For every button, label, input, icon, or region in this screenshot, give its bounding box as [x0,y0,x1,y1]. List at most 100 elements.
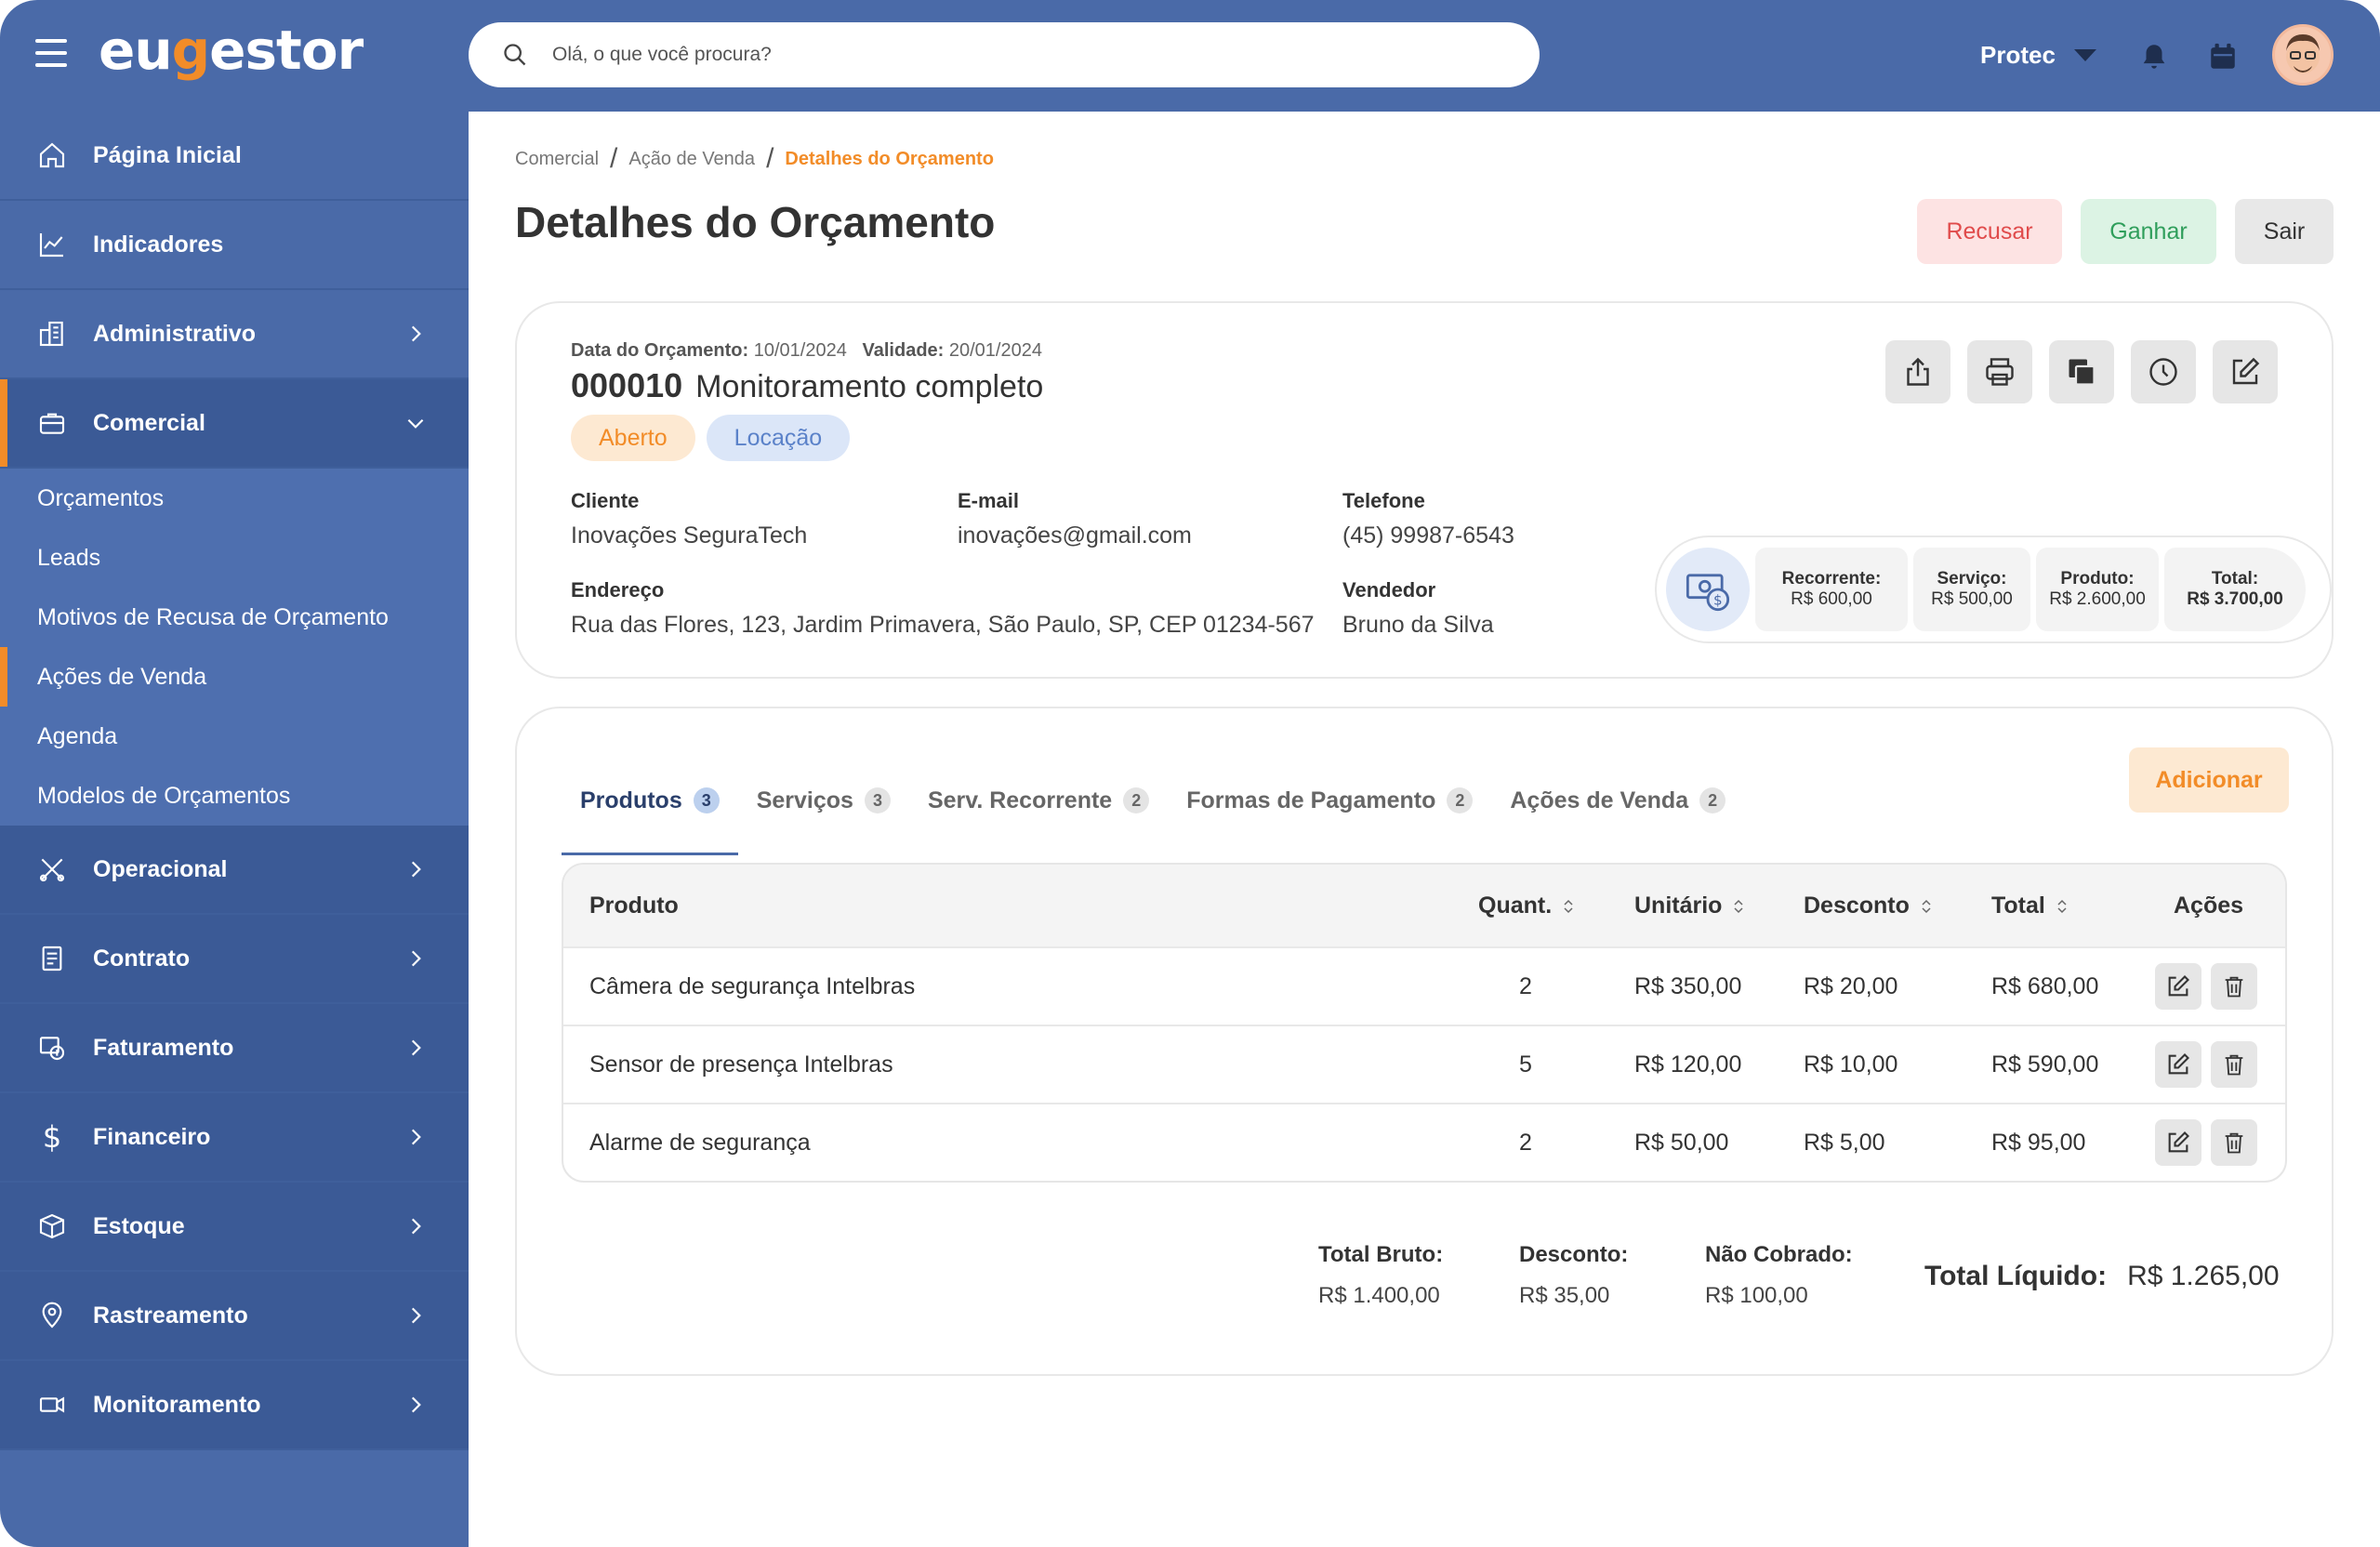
header-desconto[interactable]: Desconto [1804,892,1932,919]
total-value: R$ 1.265,00 [2127,1261,2280,1291]
breadcrumb-separator: / [610,143,618,174]
tab-label: Serv. Recorrente [927,787,1113,813]
bell-icon[interactable] [2138,41,2170,73]
sidebar-item-comercial[interactable]: Comercial [0,379,469,469]
sidebar-item-operacional[interactable]: Operacional [0,826,469,915]
menu-icon[interactable] [35,39,67,71]
chevron-right-icon [411,861,421,878]
edit-button[interactable] [2213,340,2278,403]
company-name: Protec [1980,41,2056,69]
document-icon [33,940,71,977]
total-label: Total Bruto: [1318,1242,1444,1267]
tab-servicos[interactable]: Serviços 3 [738,746,909,855]
sidebar-item-financeiro[interactable]: $ Financeiro [0,1093,469,1183]
share-button[interactable] [1885,340,1950,403]
search-input[interactable] [552,44,1389,66]
ganhar-button[interactable]: Ganhar [2081,199,2216,264]
adicionar-button[interactable]: Adicionar [2129,747,2289,813]
sidebar-item-label: Operacional [93,855,228,882]
breadcrumb-acao-de-venda[interactable]: Ação de Venda [628,149,755,170]
sidebar-item-contrato[interactable]: Contrato [0,915,469,1004]
sidebar-item-indicadores[interactable]: Indicadores [0,201,469,290]
sidebar-item-rastreamento[interactable]: Rastreamento [0,1272,469,1361]
tab-bar: Produtos 3 Serviços 3 Serv. Recorrente 2 Fo… [562,746,1744,855]
sidebar-item-faturamento[interactable]: Faturamento [0,1004,469,1093]
print-button[interactable] [1967,340,2032,403]
calendar-icon[interactable] [2207,41,2239,73]
total-desconto: Desconto: R$ 35,00 [1519,1242,1628,1309]
breadcrumb-comercial[interactable]: Comercial [515,149,599,170]
sidebar-item-monitoramento[interactable]: Monitoramento [0,1361,469,1450]
cell-unitario: R$ 50,00 [1634,1129,1729,1156]
submenu-item-orcamentos[interactable]: Orçamentos [0,469,469,528]
upload-icon [1907,357,1929,386]
edit-icon [2168,1131,2189,1153]
row-edit-button[interactable] [2155,1119,2202,1166]
row-edit-button[interactable] [2155,1041,2202,1088]
chevron-right-icon [411,1039,421,1056]
history-button[interactable] [2131,340,2196,403]
sidebar-item-pagina-inicial[interactable]: Página Inicial [0,112,469,201]
field-cliente: Cliente Inovações SeguraTech [571,489,807,549]
submenu-item-acoes-de-venda[interactable]: Ações de Venda [0,647,469,707]
main-content: Comercial / Ação de Venda / Detalhes do … [469,112,2380,1547]
trash-icon [2225,976,2243,998]
products-table: Produto Quant. Unitário Desconto Total A… [562,863,2287,1183]
edit-icon [2168,975,2189,997]
breadcrumb-current: Detalhes do Orçamento [785,148,994,169]
submenu-item-agenda[interactable]: Agenda [0,707,469,766]
tab-serv-recorrente[interactable]: Serv. Recorrente 2 [909,746,1168,855]
tab-produtos[interactable]: Produtos 3 [562,746,738,855]
total-value: R$ 35,00 [1519,1283,1610,1308]
chevron-down-icon [407,418,424,429]
tab-label: Formas de Pagamento [1186,787,1436,813]
tab-formas-de-pagamento[interactable]: Formas de Pagamento 2 [1168,746,1491,855]
submenu-item-motivos-recusa[interactable]: Motivos de Recusa de Orçamento [0,588,469,647]
total-liquido: Total Líquido: R$ 1.265,00 [1924,1261,2280,1292]
header-unitario[interactable]: Unitário [1634,892,1744,919]
sair-button[interactable]: Sair [2235,199,2334,264]
submenu-item-leads[interactable]: Leads [0,528,469,588]
total-label: Total Líquido: [1924,1261,2108,1291]
money-icon: $ [1666,548,1750,631]
field-label: E-mail [958,489,1020,512]
submenu-item-modelos-orcamentos[interactable]: Modelos de Orçamentos [0,766,469,826]
header-total[interactable]: Total [1991,892,2068,919]
field-value: (45) 99987-6543 [1342,522,1514,549]
row-delete-button[interactable] [2211,1041,2257,1088]
edit-icon [2168,1053,2189,1075]
sidebar-item-label: Comercial [93,409,205,436]
row-edit-button[interactable] [2155,963,2202,1010]
duplicate-button[interactable] [2049,340,2114,403]
dollar-icon: $ [42,1119,62,1155]
row-delete-button[interactable] [2211,963,2257,1010]
chevron-down-icon [2073,49,2096,61]
sidebar-item-label: Página Inicial [93,141,242,168]
company-selector[interactable]: Protec [1980,41,2096,70]
sidebar-item-estoque[interactable]: Estoque [0,1183,469,1272]
tab-acoes-de-venda[interactable]: Ações de Venda 2 [1491,746,1744,855]
cell-total: R$ 680,00 [1991,972,2099,999]
summary-total: Total: R$ 3.700,00 [2164,548,2306,631]
header-label: Desconto [1804,892,1910,919]
cell-total: R$ 95,00 [1991,1129,2086,1156]
summary-value: R$ 600,00 [1791,589,1872,609]
tab-count-badge: 3 [864,787,891,813]
app-logo[interactable]: eugestor [99,19,364,82]
cell-total: R$ 590,00 [1991,1051,2099,1078]
field-label: Endereço [571,578,665,602]
user-avatar[interactable] [2272,24,2334,86]
header-quant[interactable]: Quant. [1478,892,1574,919]
map-pin-icon [33,1297,71,1334]
search-bar[interactable] [469,22,1540,87]
header-label: Total [1991,892,2045,919]
quote-date: 10/01/2024 [753,340,847,361]
total-bruto: Total Bruto: R$ 1.400,00 [1318,1242,1443,1309]
chevron-right-icon [411,950,421,967]
recusar-button[interactable]: Recusar [1917,199,2062,264]
row-delete-button[interactable] [2211,1119,2257,1166]
sidebar-item-administrativo[interactable]: Administrativo [0,290,469,379]
tab-label: Ações de Venda [1510,787,1689,813]
total-label: Desconto: [1519,1242,1629,1267]
quote-info-card: Data do Orçamento: 10/01/2024 Validade: … [515,301,2334,679]
